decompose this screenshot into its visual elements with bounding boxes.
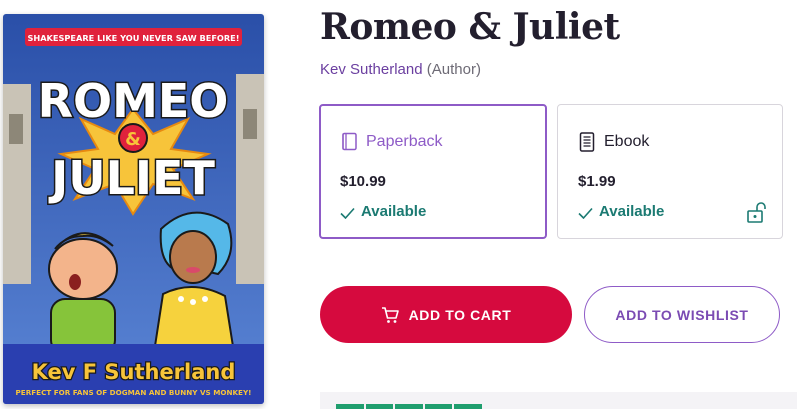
author-line: Kev Sutherland (Author) [320,61,481,78]
cover-tagline: SHAKESPEARE LIKE YOU NEVER SAW BEFORE! [27,33,239,43]
format-option-paperback[interactable]: Paperback $10.99 Available [319,104,547,239]
format-price: $1.99 [578,173,616,190]
cover-blurb: PERFECT FOR FANS OF DOGMAN AND BUNNY VS … [16,388,252,397]
cover-title-ampersand: & [125,129,141,150]
rating-star [454,404,482,409]
availability-label: Available [361,203,427,220]
rating-star [424,404,453,409]
add-to-cart-label: ADD TO CART [408,306,512,323]
check-icon [578,206,593,219]
ebook-reader-icon [578,132,596,152]
rating-star [365,404,394,409]
cover-title-romeo: ROMEO [38,74,229,128]
cover-title-juliet: JULIET [48,151,215,205]
add-to-wishlist-label: ADD TO WISHLIST [615,306,749,323]
cart-icon [381,306,399,324]
rating-star [336,404,364,409]
product-title: Romeo & Juliet [320,6,620,48]
add-to-wishlist-button[interactable]: ADD TO WISHLIST [584,286,780,343]
format-header: Ebook [578,132,649,152]
format-label: Paperback [366,133,443,150]
add-to-cart-button[interactable]: ADD TO CART [320,286,572,343]
book-cover[interactable]: SHAKESPEARE LIKE YOU NEVER SAW BEFORE! R… [3,14,264,404]
format-header: Paperback [340,132,443,152]
unlock-icon [746,201,766,223]
book-icon [340,132,358,152]
author-role: (Author) [426,61,481,78]
format-price: $10.99 [340,173,386,190]
rating-star [395,404,423,409]
check-icon [340,206,355,219]
availability-status: Available [340,203,426,220]
availability-label: Available [599,203,665,220]
format-label: Ebook [604,133,650,150]
cover-author: Kev F Sutherland [32,360,236,384]
rating-stars [336,404,482,409]
format-option-ebook[interactable]: Ebook $1.99 Available [557,104,783,239]
author-link[interactable]: Kev Sutherland [320,61,423,78]
availability-status: Available [578,203,664,220]
